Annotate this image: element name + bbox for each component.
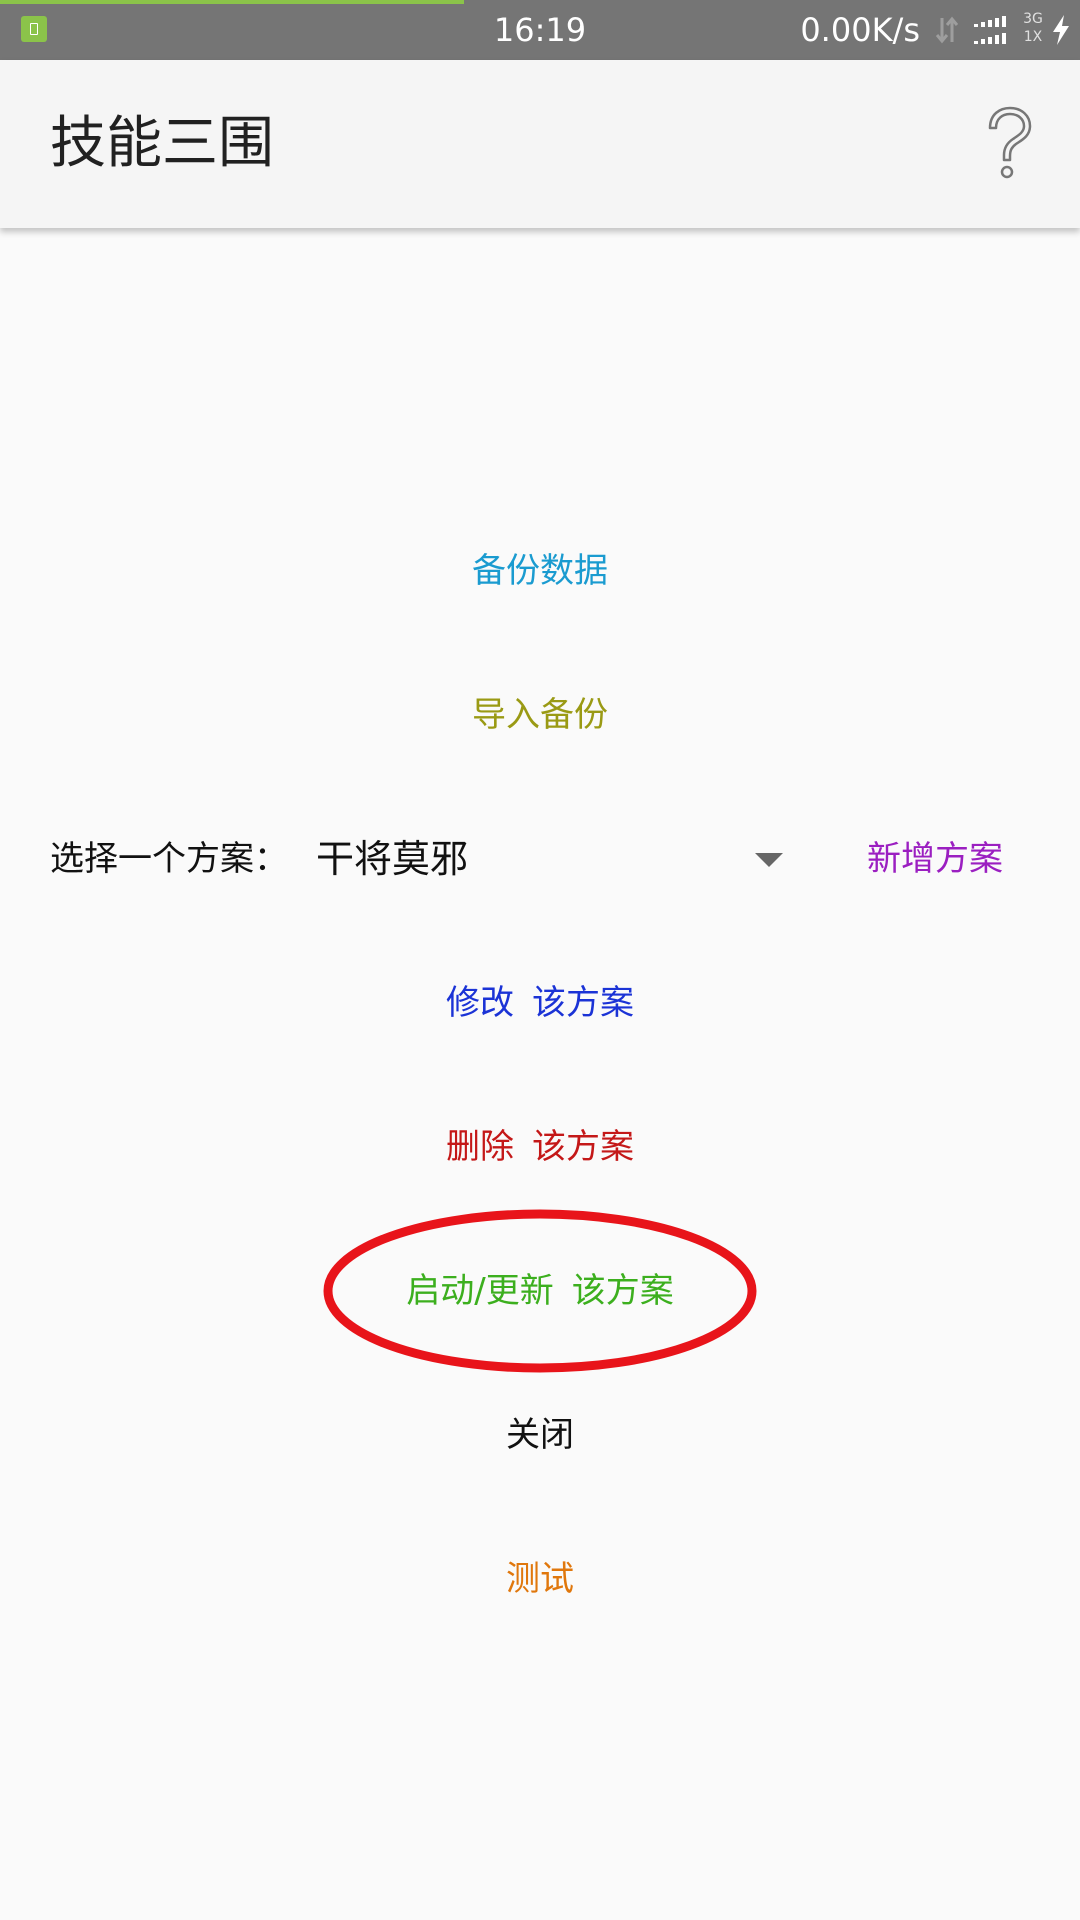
charging-icon (1053, 15, 1069, 45)
close-button[interactable]: 关闭 (240, 1405, 840, 1465)
delete-verb: 删除 (446, 1127, 514, 1167)
page-load-progress (0, 0, 465, 4)
network-type: 3G 1X (1018, 10, 1048, 46)
help-question-icon[interactable] (974, 104, 1046, 184)
app-bar: 技能三围 (0, 60, 1080, 228)
network-type-secondary: 1X (1023, 29, 1043, 45)
delete-plan-button[interactable]: 删除 该方案 (240, 1117, 840, 1177)
network-type-primary: 3G (1023, 11, 1043, 27)
status-time: 16:19 (493, 11, 587, 49)
plan-select-label: 选择一个方案： (50, 839, 288, 879)
start-plan-suffix: 该方案 (571, 1271, 674, 1311)
start-verb: 启动/更新 (406, 1271, 554, 1311)
test-button[interactable]: 测试 (240, 1549, 840, 1609)
signal-strength-icon (974, 16, 1006, 44)
edit-verb: 修改 (446, 983, 514, 1023)
page-title: 技能三围 (50, 111, 274, 176)
edit-plan-button[interactable]: 修改 该方案 (240, 973, 840, 1033)
add-plan-button[interactable]: 新增方案 (840, 829, 1030, 889)
plan-dropdown[interactable]: 干将莫邪 (300, 829, 800, 889)
edit-plan-suffix: 该方案 (532, 983, 634, 1023)
status-bar: 16:19 0.00K/s 3G 1X (0, 0, 1080, 60)
start-update-plan-button[interactable]: 启动/更新 该方案 (240, 1261, 840, 1321)
import-backup-button[interactable]: 导入备份 (240, 685, 840, 745)
battery-saver-icon (21, 16, 47, 42)
data-arrows-icon (935, 16, 959, 44)
plan-selected-value: 干将莫邪 (316, 837, 469, 881)
dropdown-arrow-icon (755, 853, 783, 867)
network-speed: 0.00K/s (800, 11, 920, 49)
backup-data-button[interactable]: 备份数据 (240, 541, 840, 601)
delete-plan-suffix: 该方案 (532, 1127, 634, 1167)
